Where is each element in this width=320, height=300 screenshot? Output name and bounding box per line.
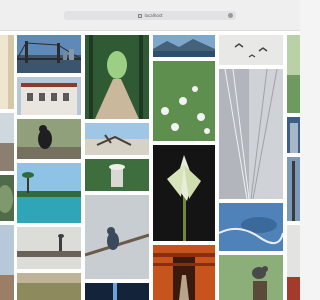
partial-left-top-image	[0, 35, 14, 109]
partial-right-mid-image	[287, 117, 300, 153]
gallery-image[interactable]	[85, 283, 149, 300]
gallery-image[interactable]	[0, 175, 14, 221]
gallery-image[interactable]	[85, 195, 149, 279]
white-flower-image	[153, 145, 215, 241]
birds-in-flight-image	[219, 35, 283, 65]
wildflower-meadow-image	[153, 61, 215, 141]
gallery-image[interactable]	[17, 227, 81, 269]
browser-window: localhost	[0, 0, 300, 300]
partial-right-top-image	[287, 35, 300, 113]
bridge-skyline-image	[17, 35, 81, 73]
address-bar[interactable]: localhost	[64, 11, 236, 20]
grassland-path-image	[17, 273, 81, 300]
partial-right-low-image	[287, 157, 300, 221]
gallery-image[interactable]	[287, 117, 300, 153]
partial-left-low-image	[0, 175, 14, 221]
url-text: localhost	[144, 13, 163, 18]
modern-architecture-image	[219, 69, 283, 199]
gallery-image[interactable]	[17, 163, 81, 223]
partial-right-bottom-image	[287, 225, 300, 300]
white-building-image	[17, 77, 81, 115]
gallery-image[interactable]	[17, 35, 81, 73]
heron-on-pier-image	[17, 227, 81, 269]
gallery-image[interactable]	[0, 225, 14, 300]
lock-icon	[137, 13, 142, 18]
gallery-image[interactable]	[219, 35, 283, 65]
gallery-image[interactable]	[0, 35, 14, 109]
gallery-image[interactable]	[287, 225, 300, 300]
palm-beach-image	[17, 163, 81, 223]
image-gallery	[0, 31, 300, 300]
gallery-image[interactable]	[153, 245, 215, 300]
gallery-image[interactable]	[287, 157, 300, 221]
gallery-image[interactable]	[219, 69, 283, 199]
gallery-image[interactable]	[219, 255, 283, 300]
driftwood-beach-image	[85, 123, 149, 155]
gallery-image[interactable]	[0, 113, 14, 171]
bird-on-rock-image	[17, 119, 81, 159]
gallery-image[interactable]	[153, 35, 215, 57]
coastal-aerial-image	[219, 203, 283, 251]
gallery-image[interactable]	[219, 203, 283, 251]
partial-left-bottom-image	[0, 225, 14, 300]
gallery-image[interactable]	[85, 123, 149, 155]
gallery-image[interactable]	[17, 273, 81, 300]
gallery-image[interactable]	[85, 159, 149, 191]
forest-boardwalk-image	[85, 35, 149, 119]
gallery-image[interactable]	[85, 35, 149, 119]
gallery-image[interactable]	[287, 35, 300, 113]
partial-left-mid-image	[0, 113, 14, 171]
gallery-image[interactable]	[153, 145, 215, 241]
torii-tunnel-image	[153, 245, 215, 300]
night-sky-image	[85, 283, 149, 300]
reload-icon[interactable]	[228, 13, 233, 18]
garden-fountain-image	[85, 159, 149, 191]
gallery-image[interactable]	[17, 119, 81, 159]
gallery-image[interactable]	[153, 61, 215, 141]
gallery-image[interactable]	[17, 77, 81, 115]
mountain-lake-image	[153, 35, 215, 57]
browser-toolbar: localhost	[0, 0, 300, 31]
bird-on-stump-image	[219, 255, 283, 300]
small-bird-branch-image	[85, 195, 149, 279]
